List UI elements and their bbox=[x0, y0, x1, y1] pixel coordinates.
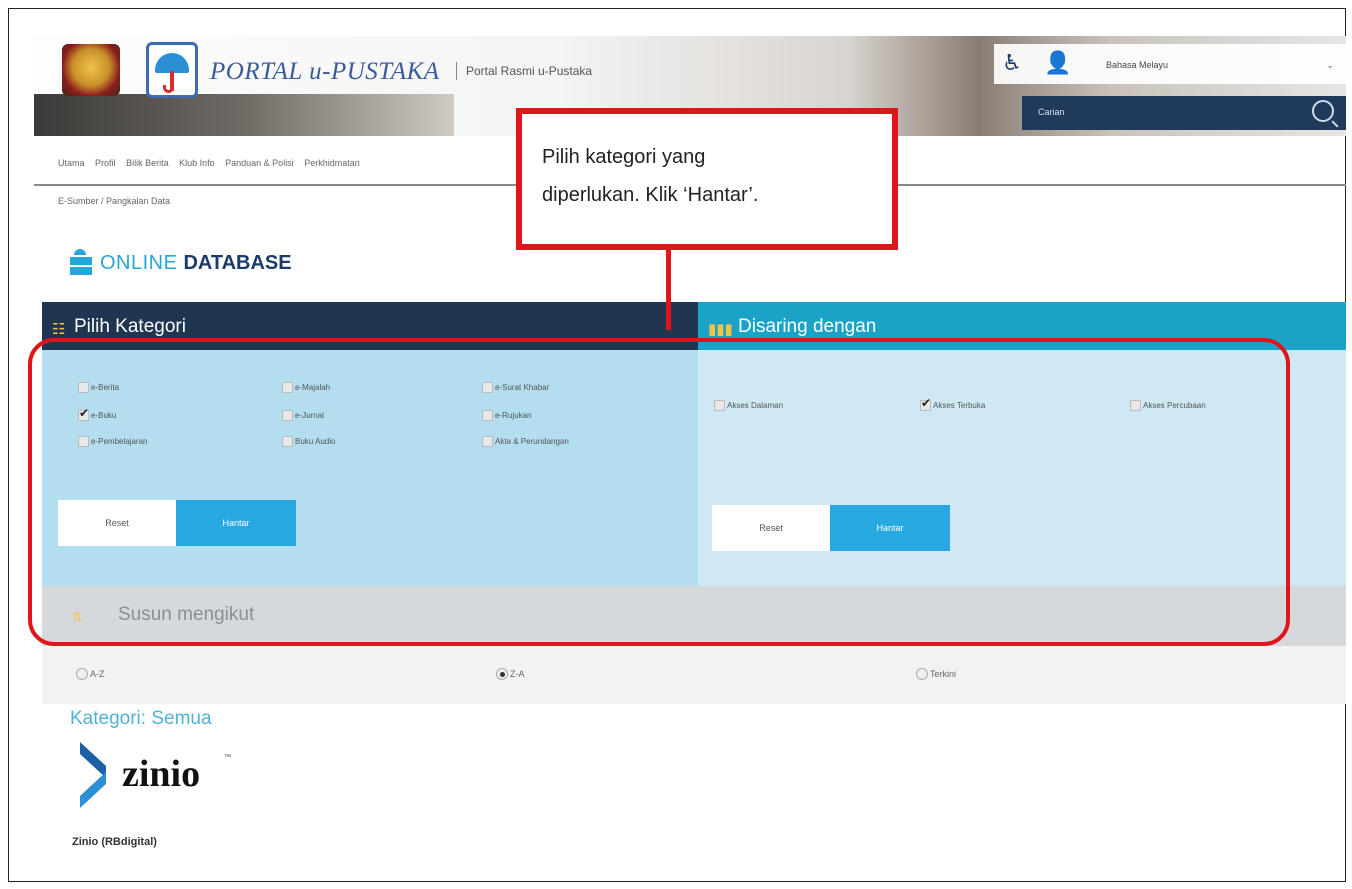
user-login-icon[interactable]: 👤 bbox=[1044, 50, 1071, 76]
zinio-logo[interactable]: zinio ™ bbox=[72, 740, 242, 810]
chevron-down-icon: ⌄ bbox=[1326, 60, 1334, 70]
category-panel-title: Pilih Kategori bbox=[74, 316, 186, 337]
nav-item-bilik-berita[interactable]: Bilik Berita bbox=[126, 158, 169, 168]
utility-bar: ♿ 👤 Bahasa Melayu ⌄ bbox=[994, 44, 1346, 84]
breadcrumb[interactable]: E-Sumber / Pangkalan Data bbox=[58, 196, 170, 206]
search-input[interactable]: Carian bbox=[1038, 107, 1065, 117]
search-icon[interactable] bbox=[1312, 100, 1334, 122]
page-title: ONLINE DATABASE bbox=[70, 246, 292, 280]
umbrella-canopy-icon bbox=[155, 53, 189, 73]
radio-z-a[interactable]: Z-A bbox=[496, 668, 525, 680]
radio-circle[interactable] bbox=[916, 668, 928, 680]
annotation-highlight bbox=[28, 338, 1290, 646]
nav-item-profil[interactable]: Profil bbox=[95, 158, 116, 168]
header-banner-shade bbox=[34, 94, 454, 136]
radio-terkini[interactable]: Terkini bbox=[916, 668, 956, 680]
zinio-trademark: ™ bbox=[224, 754, 231, 761]
nav-item-klub-info[interactable]: Klub Info bbox=[179, 158, 215, 168]
radio-a-z[interactable]: A-Z bbox=[76, 668, 105, 680]
zinio-caption-link[interactable]: Zinio (RBdigital) bbox=[72, 836, 157, 848]
radio-circle[interactable] bbox=[76, 668, 88, 680]
portal-title: PORTAL u-PUSTAKA bbox=[210, 58, 440, 85]
annotation-connector bbox=[666, 250, 671, 330]
nav-item-utama[interactable]: Utama bbox=[58, 158, 85, 168]
callout-line-2: diperlukan. Klik ‘Hantar’. bbox=[542, 184, 759, 206]
sort-options: A-Z Z-A Terkini bbox=[42, 646, 1346, 704]
search-bar[interactable]: Carian bbox=[1022, 96, 1346, 130]
government-crest-logo bbox=[62, 44, 120, 96]
callout-line-1: Pilih kategori yang bbox=[542, 146, 706, 168]
filter-icon: ▮▮▮ bbox=[708, 321, 733, 338]
filter-panel-title: Disaring dengan bbox=[738, 316, 877, 337]
category-icon: ☷ bbox=[52, 321, 66, 338]
language-select[interactable]: Bahasa Melayu ⌄ bbox=[1100, 54, 1340, 76]
umbrella-hook-icon bbox=[163, 85, 174, 93]
page-title-database: DATABASE bbox=[183, 251, 292, 274]
upustaka-logo[interactable] bbox=[146, 42, 198, 98]
portal-subtitle: Portal Rasmi u-Pustaka bbox=[455, 62, 593, 80]
database-icon bbox=[70, 249, 92, 277]
nav-item-perkhidmatan[interactable]: Perkhidmatan bbox=[304, 158, 360, 168]
accessibility-icon[interactable]: ♿ bbox=[1000, 50, 1024, 76]
annotation-callout: Pilih kategori yang diperlukan. Klik ‘Ha… bbox=[516, 108, 898, 250]
zinio-chevron-icon bbox=[80, 742, 106, 808]
zinio-logo-text: zinio bbox=[122, 753, 201, 795]
language-select-value: Bahasa Melayu bbox=[1106, 60, 1169, 70]
radio-circle-selected[interactable] bbox=[496, 668, 508, 680]
main-nav: Utama Profil Bilik Berita Klub Info Pand… bbox=[58, 158, 368, 168]
category-result-label: Kategori: Semua bbox=[70, 708, 212, 729]
page-title-online: ONLINE bbox=[100, 251, 178, 274]
nav-item-panduan-polisi[interactable]: Panduan & Polisi bbox=[225, 158, 294, 168]
